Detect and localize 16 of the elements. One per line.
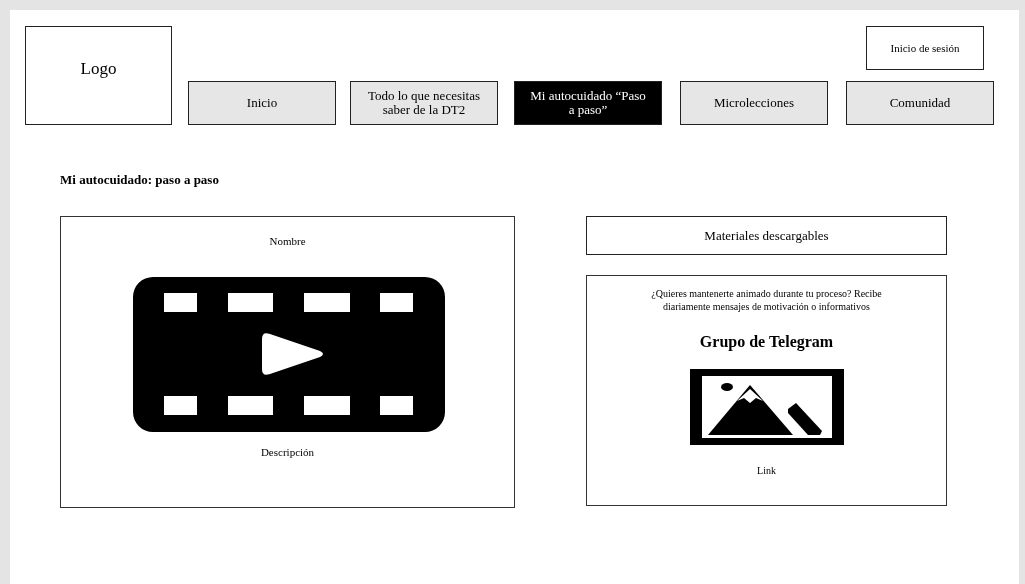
telegram-description: ¿Quieres mantenerte animado durante tu proceso? Recibe diariamente mensajes de motivación o informativos <box>650 288 883 313</box>
video-icon <box>133 277 445 432</box>
video-description: Descripción <box>260 446 315 458</box>
login-button[interactable]: Inicio de sesión <box>866 26 984 70</box>
logo-text: Logo <box>80 58 117 79</box>
nav-tab[interactable]: Microlecciones <box>680 81 828 125</box>
nav-tab[interactable]: Todo lo que necesitas saber de la DT2 <box>350 81 498 125</box>
image-icon <box>689 369 844 445</box>
telegram-link[interactable]: Link <box>757 465 776 476</box>
nav-tab[interactable]: Inicio <box>188 81 336 125</box>
nav-tab[interactable]: Mi autocuidado “Paso a paso” <box>514 81 662 125</box>
telegram-title: Grupo de Telegram <box>699 333 834 351</box>
video-name: Nombre <box>269 235 306 247</box>
nav-tab[interactable]: Comunidad <box>846 81 994 125</box>
page-heading: Mi autocuidado: paso a paso <box>60 172 220 188</box>
downloads-button[interactable]: Materiales descargables <box>586 216 947 255</box>
